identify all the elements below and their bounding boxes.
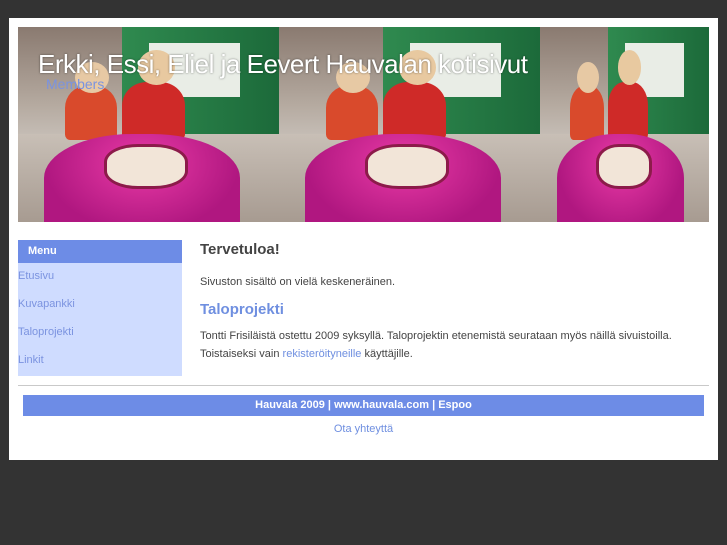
project-text-end: käyttäjille. <box>361 348 413 360</box>
menu-item-taloprojekti[interactable]: Taloprojekti <box>18 323 182 351</box>
members-link[interactable]: Members <box>46 76 104 92</box>
sidebar-menu: Menu Etusivu Kuvapankki Taloprojekti Lin… <box>18 240 182 376</box>
project-text: Tontti Frisiläistä ostettu 2009 syksyllä… <box>200 327 700 363</box>
menu-item-etusivu[interactable]: Etusivu <box>18 267 182 295</box>
contact-link[interactable]: Ota yhteyttä <box>9 423 718 435</box>
header-banner: Erkki, Essi, Eliel ja Eevert Hauvalan ko… <box>18 27 709 222</box>
banner-photo <box>540 27 709 222</box>
menu-item-linkit[interactable]: Linkit <box>18 351 182 379</box>
menu-item-kuvapankki[interactable]: Kuvapankki <box>18 295 182 323</box>
site-title: Erkki, Essi, Eliel ja Eevert Hauvalan ko… <box>38 49 528 79</box>
divider <box>18 385 709 386</box>
project-heading: Taloprojekti <box>200 301 284 318</box>
footer-bar: Hauvala 2009 | www.hauvala.com | Espoo <box>23 395 704 416</box>
welcome-text: Sivuston sisältö on vielä keskeneräinen. <box>200 276 396 288</box>
menu-heading: Menu <box>18 240 182 263</box>
page-container: Erkki, Essi, Eliel ja Eevert Hauvalan ko… <box>9 18 718 460</box>
main-content: Tervetuloa! Sivuston sisältö on vielä ke… <box>200 240 700 363</box>
welcome-heading: Tervetuloa! <box>200 241 280 258</box>
project-text-start: Tontti Frisiläistä ostettu 2009 syksyllä… <box>200 330 672 360</box>
registered-users-link[interactable]: rekisteröityneille <box>283 348 362 360</box>
